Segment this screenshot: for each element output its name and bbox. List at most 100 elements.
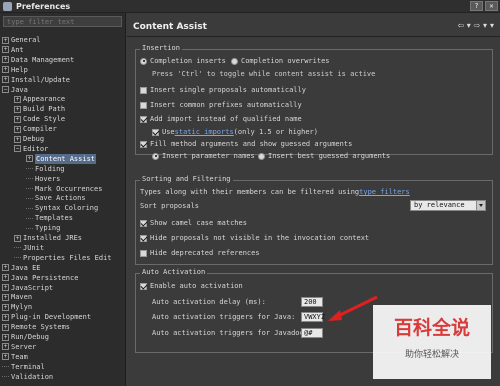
expand-icon[interactable]: + (2, 36, 9, 44)
back-icon[interactable]: ⇦ ▾ (457, 21, 470, 30)
tree-item-java-ee[interactable]: + Java EE (2, 263, 41, 273)
tree-item-installed-jres[interactable]: + Installed JREs (14, 233, 82, 243)
tree-item-syntax-coloring[interactable]: Syntax Coloring (26, 203, 98, 213)
use-static-imports-checkbox[interactable]: Use static imports (only 1.5 or higher) (152, 127, 318, 137)
tree-item-junit[interactable]: JUnit (14, 243, 44, 253)
tree-item-code-style[interactable]: + Code Style (14, 114, 65, 124)
tree-item-label: Save Actions (35, 194, 86, 203)
insert-single-checkbox[interactable]: Insert single proposals automatically (140, 85, 306, 95)
tree-item-general[interactable]: + General (2, 35, 41, 45)
expand-icon[interactable]: + (2, 66, 9, 74)
header-divider (127, 36, 500, 37)
tree-item-terminal[interactable]: Terminal (2, 362, 45, 372)
tree-item-remote-systems[interactable]: + Remote Systems (2, 322, 70, 332)
tree-item-mark-occurrences[interactable]: Mark Occurrences (26, 184, 102, 194)
tree-item-content-assist[interactable]: + Content Assist (26, 153, 97, 164)
expand-icon[interactable]: + (2, 76, 9, 84)
tree-item-folding[interactable]: Folding (26, 164, 65, 174)
tree-item-editor[interactable]: − Editor (14, 144, 48, 154)
forward-icon[interactable]: ⇨ ▾ (474, 21, 487, 30)
expand-icon[interactable]: + (2, 313, 9, 321)
radio-selected (140, 57, 147, 65)
tree-connector (14, 257, 21, 259)
expand-icon[interactable]: + (2, 333, 9, 341)
checkbox-checked (152, 128, 159, 136)
collapse-icon[interactable]: − (2, 86, 9, 93)
checkbox-checked (140, 219, 147, 227)
sort-proposals-select[interactable]: by relevance (410, 200, 486, 211)
sorting-group-title: Sorting and Filtering (140, 175, 233, 183)
tree-item-java[interactable]: − Java (2, 85, 28, 95)
tree-item-label: Install/Update (11, 75, 71, 84)
expand-icon[interactable]: + (14, 234, 21, 242)
tree-item-label: Hovers (35, 174, 61, 183)
tree-item-build-path[interactable]: + Build Path (14, 104, 65, 114)
static-imports-link[interactable]: static imports (175, 127, 234, 137)
expand-icon[interactable]: + (2, 284, 9, 291)
tree-item-run-debug[interactable]: + Run/Debug (2, 332, 49, 342)
tree-item-ant[interactable]: + Ant (2, 45, 24, 55)
tree-item-hovers[interactable]: Hovers (26, 174, 60, 184)
completion-inserts-radio[interactable]: Completion inserts (140, 56, 226, 66)
hide-not-visible-checkbox[interactable]: Hide proposals not visible in the invoca… (140, 233, 369, 243)
expand-icon[interactable]: + (14, 125, 21, 133)
expand-icon[interactable]: + (2, 264, 9, 272)
insert-best-guessed-radio[interactable]: Insert best guessed arguments (258, 151, 390, 161)
tree-item-javascript[interactable]: + JavaScript (2, 283, 53, 293)
tree-item-install-update[interactable]: + Install/Update (2, 75, 70, 85)
type-filters-link[interactable]: type filters (359, 187, 410, 197)
tree-item-properties-files-edit[interactable]: Properties Files Edit (14, 253, 112, 263)
add-import-checkbox[interactable]: Add import instead of qualified name (140, 114, 302, 124)
expand-icon[interactable]: + (2, 343, 9, 351)
enable-auto-activation-checkbox[interactable]: Enable auto activation (140, 281, 243, 291)
hide-deprecated-checkbox[interactable]: Hide deprecated references (140, 248, 260, 258)
tree-item-appearance[interactable]: + Appearance (14, 94, 65, 104)
expand-icon[interactable]: + (2, 56, 9, 64)
expand-icon[interactable]: + (14, 95, 21, 103)
tree-item-data-management[interactable]: + Data Management (2, 55, 74, 65)
tree-item-team[interactable]: + Team (2, 352, 28, 362)
tree-item-label: Typing (35, 224, 61, 233)
expand-icon[interactable]: + (14, 105, 21, 113)
expand-icon[interactable]: + (2, 353, 9, 361)
expand-icon[interactable]: + (2, 323, 9, 331)
javadoc-triggers-input[interactable]: @# (301, 328, 323, 338)
java-triggers-input[interactable]: VWXYZ (301, 312, 325, 322)
tree-item-label: Mylyn (11, 303, 33, 312)
collapse-icon[interactable]: − (14, 145, 21, 153)
expand-icon[interactable]: + (14, 135, 21, 143)
tree-connector (2, 366, 9, 368)
activation-delay-input[interactable]: 200 (301, 297, 323, 307)
fill-method-checkbox[interactable]: Fill method arguments and show guessed a… (140, 139, 352, 149)
tree-item-templates[interactable]: Templates (26, 213, 73, 223)
tree-item-validation[interactable]: Validation (2, 372, 53, 382)
tree-item-java-persistence[interactable]: + Java Persistence (2, 273, 78, 283)
tree-item-compiler[interactable]: + Compiler (14, 124, 57, 134)
expand-icon[interactable]: + (2, 274, 9, 282)
insert-parameter-names-radio[interactable]: Insert parameter names (152, 151, 255, 161)
close-icon[interactable]: ✕ (485, 1, 498, 11)
tree-item-save-actions[interactable]: Save Actions (26, 193, 86, 203)
tree-item-debug[interactable]: + Debug (14, 134, 44, 144)
expand-icon[interactable]: + (26, 155, 33, 163)
tree-item-server[interactable]: + Server (2, 342, 36, 352)
expand-icon[interactable]: + (2, 303, 9, 311)
javadoc-triggers-label: Auto activation triggers for Javadoc: (152, 329, 308, 337)
filter-input[interactable] (3, 16, 122, 27)
tree-item-label: Mark Occurrences (35, 184, 103, 193)
tree-item-maven[interactable]: + Maven (2, 292, 32, 302)
expand-icon[interactable]: + (2, 46, 9, 54)
tree-item-typing[interactable]: Typing (26, 223, 60, 233)
menu-icon[interactable]: ▾ (490, 21, 494, 30)
help-icon[interactable]: ? (470, 1, 483, 11)
show-camel-case-checkbox[interactable]: Show camel case matches (140, 218, 247, 228)
insert-common-checkbox[interactable]: Insert common prefixes automatically (140, 100, 302, 110)
expand-icon[interactable]: + (14, 115, 21, 123)
tree-item-mylyn[interactable]: + Mylyn (2, 302, 32, 312)
expand-icon[interactable]: + (2, 293, 9, 301)
tree-item-label: Data Management (11, 55, 75, 64)
completion-overwrites-radio[interactable]: Completion overwrites (231, 56, 330, 66)
checkbox-unchecked (140, 86, 147, 94)
tree-item-plug-in-development[interactable]: + Plug-in Development (2, 312, 91, 322)
tree-item-help[interactable]: + Help (2, 65, 28, 75)
